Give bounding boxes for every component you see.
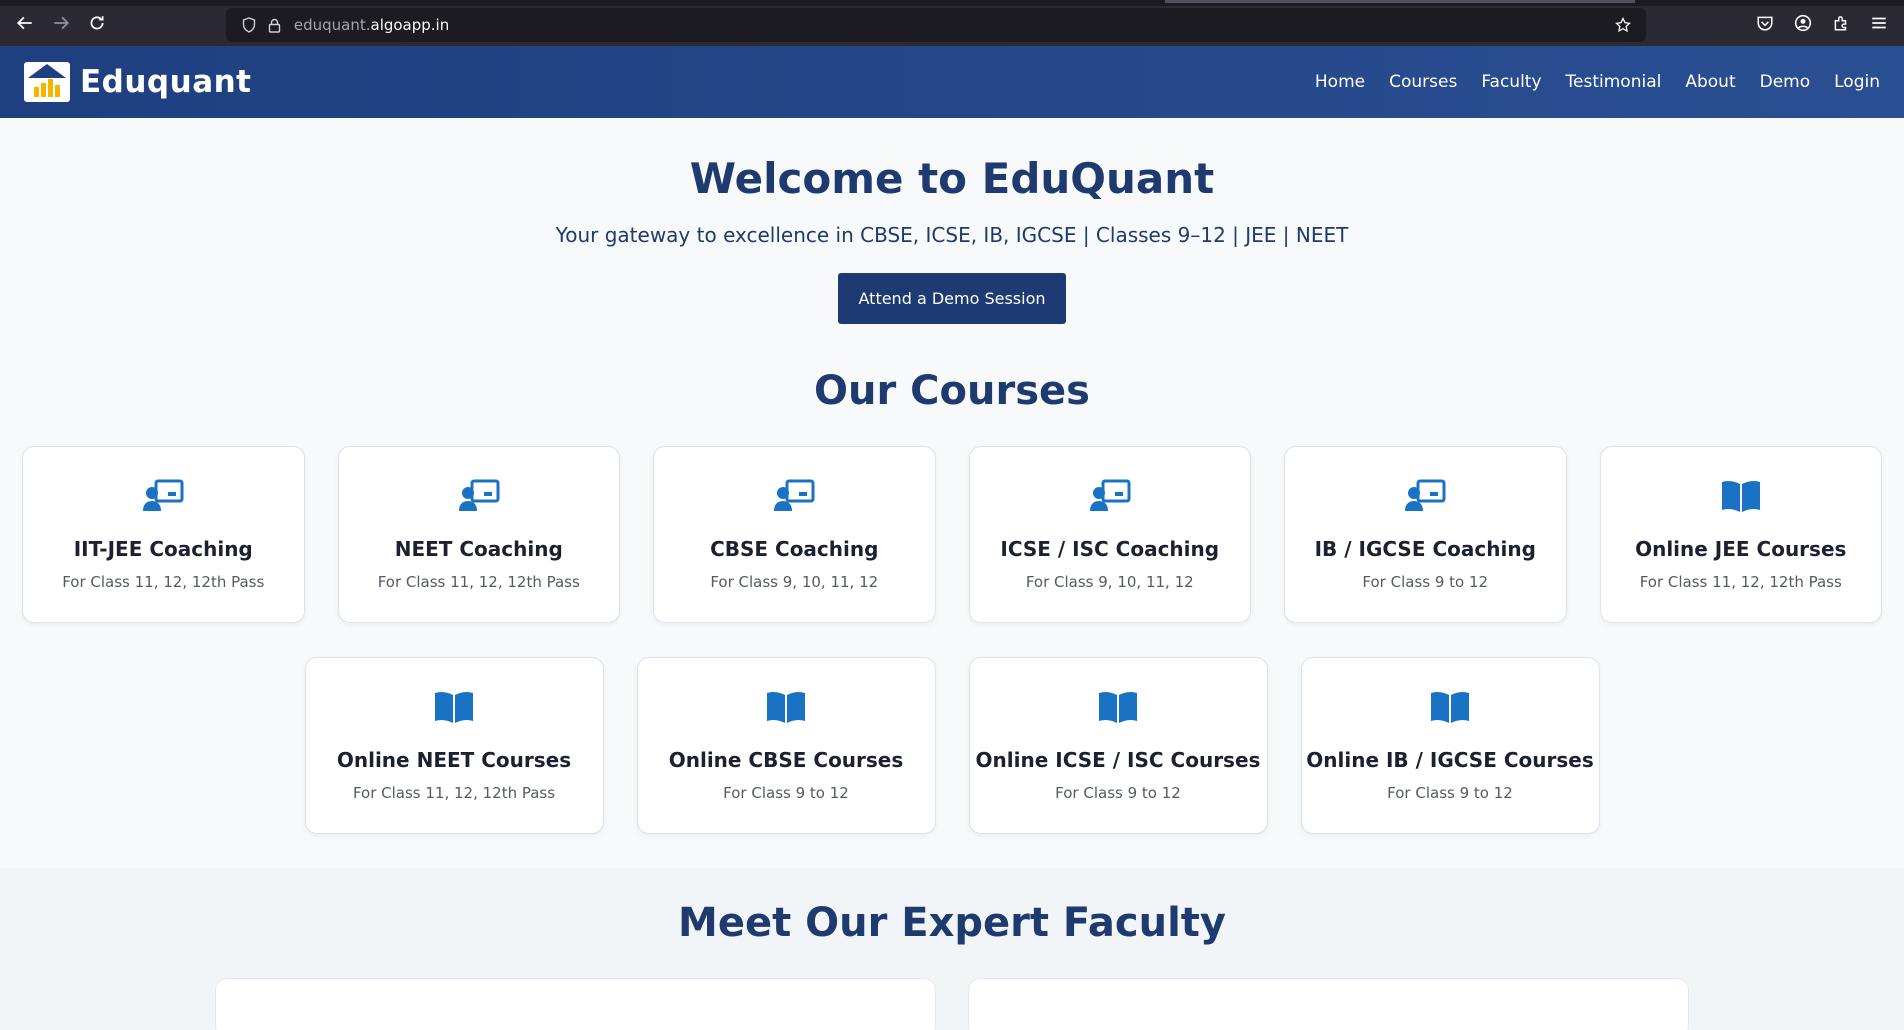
course-card-online-neet[interactable]: Online NEET Courses For Class 11, 12, 12… xyxy=(304,657,604,834)
teacher-icon xyxy=(23,475,304,517)
forward-icon[interactable] xyxy=(44,6,78,40)
course-card-ib-igcse[interactable]: IB / IGCSE Coaching For Class 9 to 12 xyxy=(1284,446,1567,623)
nav-demo[interactable]: Demo xyxy=(1760,72,1811,92)
main-nav: Home Courses Faculty Testimonial About D… xyxy=(1315,72,1880,92)
course-subtitle: For Class 9 to 12 xyxy=(1362,573,1489,591)
course-title: Online IB / IGCSE Courses xyxy=(1306,748,1594,772)
logo-icon xyxy=(24,62,70,102)
course-title: NEET Coaching xyxy=(394,537,563,561)
teacher-icon xyxy=(1285,475,1566,517)
url-subdomain: eduquant. xyxy=(293,16,371,34)
course-card-iit-jee[interactable]: IIT-JEE Coaching For Class 11, 12, 12th … xyxy=(22,446,305,623)
nav-courses[interactable]: Courses xyxy=(1389,72,1457,92)
reload-icon[interactable] xyxy=(80,6,114,40)
url-text[interactable]: eduquant.algoapp.in xyxy=(294,16,449,34)
course-card-cbse[interactable]: CBSE Coaching For Class 9, 10, 11, 12 xyxy=(653,446,936,623)
faculty-card[interactable] xyxy=(968,978,1689,1030)
nav-login[interactable]: Login xyxy=(1834,72,1880,92)
course-title: Online CBSE Courses xyxy=(668,748,904,772)
course-subtitle: For Class 11, 12, 12th Pass xyxy=(377,573,580,591)
course-subtitle: For Class 9 to 12 xyxy=(723,784,849,802)
course-card-online-jee[interactable]: Online JEE Courses For Class 11, 12, 12t… xyxy=(1599,446,1882,623)
hero-section: Welcome to EduQuant Your gateway to exce… xyxy=(0,118,1904,324)
back-icon[interactable] xyxy=(8,6,42,40)
book-icon xyxy=(1302,686,1599,728)
hero-subtitle: Your gateway to excellence in CBSE, ICSE… xyxy=(555,223,1349,247)
faculty-cards xyxy=(0,978,1904,1030)
course-subtitle: For Class 11, 12, 12th Pass xyxy=(62,573,265,591)
course-title: Online JEE Courses xyxy=(1635,537,1847,561)
course-subtitle: For Class 11, 12, 12th Pass xyxy=(352,784,556,802)
menu-icon[interactable] xyxy=(1864,6,1894,40)
courses-title: Our Courses xyxy=(814,368,1090,414)
address-bar[interactable]: eduquant.algoapp.in xyxy=(225,8,1646,42)
course-title: Online NEET Courses xyxy=(336,748,572,772)
course-title: IIT-JEE Coaching xyxy=(73,537,253,561)
course-card-neet[interactable]: NEET Coaching For Class 11, 12, 12th Pas… xyxy=(337,446,620,623)
course-title: ICSE / ISC Coaching xyxy=(1000,537,1220,561)
teacher-icon xyxy=(339,475,620,517)
shield-icon[interactable] xyxy=(236,17,262,33)
course-card-icse-isc[interactable]: ICSE / ISC Coaching For Class 9, 10, 11,… xyxy=(968,446,1251,623)
demo-session-button[interactable]: Attend a Demo Session xyxy=(838,273,1066,324)
course-subtitle: For Class 9 to 12 xyxy=(1055,784,1181,802)
nav-faculty[interactable]: Faculty xyxy=(1481,72,1541,92)
course-title: Online ICSE / ISC Courses xyxy=(975,748,1261,772)
courses-row-2: Online NEET Courses For Class 11, 12, 12… xyxy=(0,657,1904,834)
course-card-online-icse-isc[interactable]: Online ICSE / ISC Courses For Class 9 to… xyxy=(968,657,1268,834)
site-header: Eduquant Home Courses Faculty Testimonia… xyxy=(0,46,1904,118)
course-card-online-ib-igcse[interactable]: Online IB / IGCSE Courses For Class 9 to… xyxy=(1300,657,1600,834)
tab-strip-indicator xyxy=(1165,0,1635,3)
book-icon xyxy=(970,686,1267,728)
faculty-card[interactable] xyxy=(215,978,936,1030)
extensions-icon[interactable] xyxy=(1826,6,1856,40)
course-subtitle: For Class 11, 12, 12th Pass xyxy=(1639,573,1842,591)
teacher-icon xyxy=(970,475,1251,517)
nav-about[interactable]: About xyxy=(1685,72,1735,92)
bookmark-star-icon[interactable] xyxy=(1610,17,1636,33)
course-subtitle: For Class 9 to 12 xyxy=(1387,784,1513,802)
hero-title: Welcome to EduQuant xyxy=(689,154,1215,203)
course-subtitle: For Class 9, 10, 11, 12 xyxy=(1025,573,1194,591)
faculty-title: Meet Our Expert Faculty xyxy=(678,900,1226,946)
course-card-online-cbse[interactable]: Online CBSE Courses For Class 9 to 12 xyxy=(636,657,936,834)
brand-logo[interactable]: Eduquant xyxy=(24,62,252,102)
course-subtitle: For Class 9, 10, 11, 12 xyxy=(710,573,879,591)
pocket-icon[interactable] xyxy=(1750,6,1780,40)
lock-icon[interactable] xyxy=(262,18,288,33)
nav-testimonial[interactable]: Testimonial xyxy=(1566,72,1662,92)
url-domain: algoapp.in xyxy=(370,16,450,34)
faculty-section: Meet Our Expert Faculty xyxy=(0,868,1904,1030)
nav-home[interactable]: Home xyxy=(1315,72,1365,92)
course-title: IB / IGCSE Coaching xyxy=(1314,537,1536,561)
book-icon xyxy=(638,686,935,728)
course-title: CBSE Coaching xyxy=(710,537,879,561)
courses-row-1: IIT-JEE Coaching For Class 11, 12, 12th … xyxy=(0,446,1904,623)
account-icon[interactable] xyxy=(1788,6,1818,40)
book-icon xyxy=(306,686,603,728)
book-icon xyxy=(1601,475,1882,517)
browser-toolbar: eduquant.algoapp.in xyxy=(0,0,1904,46)
teacher-icon xyxy=(654,475,935,517)
brand-name: Eduquant xyxy=(80,64,252,100)
